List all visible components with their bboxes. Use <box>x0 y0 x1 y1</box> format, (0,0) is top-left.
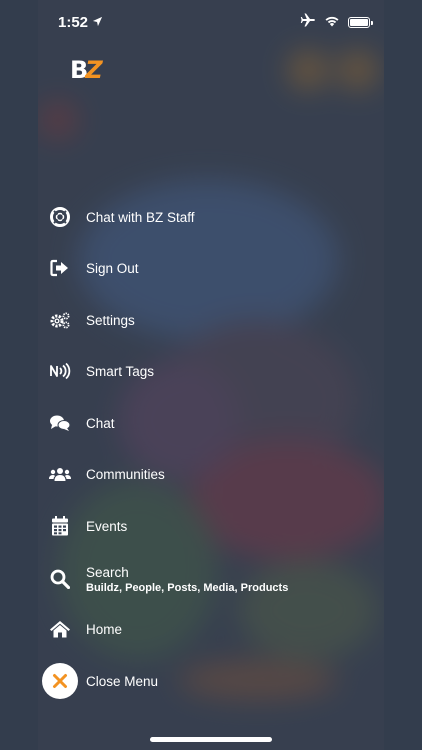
menu-item-label: Chat with BZ Staff <box>86 209 195 225</box>
menu-item-label: Search <box>86 564 129 580</box>
calendar-icon <box>38 516 82 536</box>
menu-item-label: Settings <box>86 312 135 328</box>
device-frame-left <box>0 0 38 750</box>
wifi-icon <box>324 14 340 31</box>
menu-item-settings[interactable]: Settings <box>38 300 384 340</box>
home-icon <box>38 620 82 638</box>
close-icon[interactable] <box>42 663 78 699</box>
menu-item-smart-tags[interactable]: Smart Tags <box>38 351 384 391</box>
menu-item-label: Smart Tags <box>86 363 155 379</box>
sign-out-icon <box>38 259 82 277</box>
users-icon <box>38 466 82 482</box>
menu-item-label: Sign Out <box>86 260 139 276</box>
menu-item-close-menu[interactable]: Close Menu <box>38 661 384 701</box>
battery-icon <box>348 16 373 28</box>
location-arrow-icon <box>92 14 103 31</box>
menu-item-label: Chat <box>86 415 115 431</box>
status-bar: 1:52 <box>38 0 384 44</box>
menu-item-chat[interactable]: Chat <box>38 403 384 443</box>
menu-item-sign-out[interactable]: Sign Out <box>38 248 384 288</box>
menu-item-events[interactable]: Events <box>38 506 384 546</box>
menu-item-label: Home <box>86 621 123 637</box>
menu-item-label: Communities <box>86 466 165 482</box>
menu-item-label: Close Menu <box>86 673 159 689</box>
lifebuoy-icon <box>38 207 82 227</box>
search-icon <box>38 569 82 589</box>
menu-item-chat-with-staff[interactable]: Chat with BZ Staff <box>38 197 384 237</box>
search-text: Search Buildz, People, Posts, Media, Pro… <box>86 565 288 594</box>
status-time: 1:52 <box>58 13 89 31</box>
chat-bubbles-icon <box>38 414 82 432</box>
home-indicator[interactable] <box>150 737 272 742</box>
menu-item-communities[interactable]: Communities <box>38 454 384 494</box>
device-frame-right <box>384 0 422 750</box>
menu-item-label: Events <box>86 518 128 534</box>
close-icon-wrapper <box>38 663 82 699</box>
nfc-icon <box>38 362 82 380</box>
bz-logo: B Z <box>70 56 103 84</box>
gears-icon <box>38 311 82 329</box>
menu-item-sublabel: Buildz, People, Posts, Media, Products <box>86 581 289 594</box>
airplane-icon <box>300 13 316 31</box>
menu-item-home[interactable]: Home <box>38 609 384 649</box>
menu-item-search[interactable]: Search Buildz, People, Posts, Media, Pro… <box>38 558 384 600</box>
